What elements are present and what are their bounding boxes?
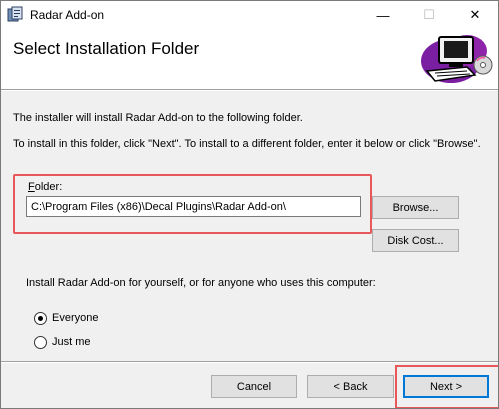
header-banner: Select Installation Folder xyxy=(1,29,498,89)
disk-cost-button[interactable]: Disk Cost... xyxy=(372,229,459,252)
radio-button-unselected[interactable] xyxy=(34,335,47,349)
folder-input[interactable] xyxy=(26,196,361,217)
banner-separator xyxy=(1,89,498,91)
folder-label-text: older: xyxy=(34,181,63,193)
minimize-icon: — xyxy=(376,7,390,23)
maximize-icon: ☐ xyxy=(423,7,435,22)
back-button[interactable]: < Back xyxy=(307,375,394,398)
installer-app-icon xyxy=(7,6,23,22)
radio-button-selected[interactable] xyxy=(34,311,47,325)
installer-window: Radar Add-on — ☐ ✕ Select Installation F… xyxy=(0,0,499,409)
folder-label-accelerator: F xyxy=(28,181,35,193)
radio-everyone[interactable]: Everyone xyxy=(34,311,98,325)
instruction-text: To install in this folder, click "Next".… xyxy=(13,138,481,150)
next-button[interactable]: Next > xyxy=(403,375,489,398)
intro-text: The installer will install Radar Add-on … xyxy=(13,112,303,124)
radio-just-me-label: Just me xyxy=(52,336,91,348)
page-title: Select Installation Folder xyxy=(13,39,200,58)
browse-button[interactable]: Browse... xyxy=(372,196,459,219)
computer-with-disc-icon xyxy=(421,35,493,83)
radio-just-me[interactable]: Just me xyxy=(34,335,91,349)
close-icon: ✕ xyxy=(469,7,481,22)
minimize-button[interactable]: — xyxy=(360,1,406,29)
radio-everyone-label: Everyone xyxy=(52,312,99,324)
title-bar: Radar Add-on — ☐ ✕ xyxy=(1,1,498,29)
close-button[interactable]: ✕ xyxy=(452,1,498,29)
footer-separator xyxy=(1,361,498,363)
window-title: Radar Add-on xyxy=(30,8,105,22)
maximize-button[interactable]: ☐ xyxy=(406,1,452,29)
cancel-button[interactable]: Cancel xyxy=(211,375,297,398)
folder-label: Folder: xyxy=(28,181,62,193)
install-for-prompt: Install Radar Add-on for yourself, or fo… xyxy=(26,277,376,289)
